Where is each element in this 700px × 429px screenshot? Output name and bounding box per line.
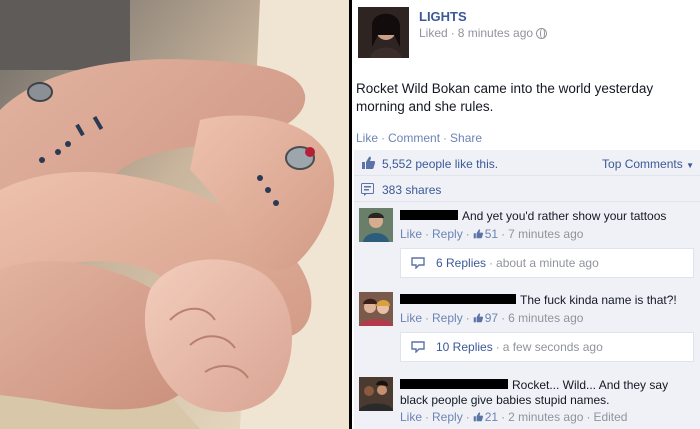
thumbs-up-icon xyxy=(362,156,375,169)
comment-reply-button[interactable]: Reply xyxy=(432,410,463,424)
replies-count[interactable]: 6 Replies xyxy=(436,256,486,270)
comment-meta: Like · Reply · 51 · 7 minutes ago xyxy=(400,227,584,241)
thumbs-up-icon xyxy=(473,313,483,323)
post-header: LIGHTS Liked · 8 minutes ago xyxy=(352,0,700,62)
post-text: Rocket Wild Bokan came into the world ye… xyxy=(356,81,654,114)
post-actions: Like · Comment · Share xyxy=(356,131,483,145)
comment-reply-button[interactable]: Reply xyxy=(432,311,463,325)
replies-time: a few seconds ago xyxy=(502,340,603,354)
avatar[interactable] xyxy=(359,377,393,411)
chevron-down-icon: ▼ xyxy=(686,161,694,170)
avatar[interactable] xyxy=(359,292,393,326)
feedback-section: 5,552 people like this. Top Comments ▼ 3… xyxy=(354,150,700,429)
replies-link[interactable]: 10 Replies · a few seconds ago xyxy=(400,332,694,362)
comment-time[interactable]: 2 minutes ago xyxy=(508,410,583,424)
comment-text: And yet you'd rather show your tattoos xyxy=(400,209,666,224)
comment-3: Rocket... Wild... And they say black peop… xyxy=(354,374,700,429)
replies-link[interactable]: 6 Replies · about a minute ago xyxy=(400,248,694,278)
thumbs-up-icon xyxy=(473,412,483,422)
post-time[interactable]: 8 minutes ago xyxy=(458,26,533,40)
facebook-post-panel: LIGHTS Liked · 8 minutes ago Rocket Wild B… xyxy=(352,0,700,429)
comment-like-count[interactable]: 51 xyxy=(485,227,498,241)
globe-icon xyxy=(536,28,548,39)
reply-icon xyxy=(411,257,425,269)
comment-like-count[interactable]: 21 xyxy=(485,410,498,424)
page-name[interactable]: LIGHTS xyxy=(419,9,467,24)
comment-meta: Like · Reply · 97 · 6 minutes ago xyxy=(400,311,584,325)
post-photo[interactable] xyxy=(0,0,349,429)
avatar[interactable] xyxy=(359,208,393,242)
comment-meta: Like · Reply · 21 · 2 minutes ago · Edited xyxy=(400,410,628,424)
share-button[interactable]: Share xyxy=(450,131,482,145)
likes-count[interactable]: 5,552 people like this. xyxy=(382,157,498,171)
comment-like-button[interactable]: Like xyxy=(400,311,422,325)
comment-text: The fuck kinda name is that?! xyxy=(400,293,677,308)
likes-row: 5,552 people like this. Top Comments ▼ xyxy=(354,150,700,176)
redacted-name xyxy=(400,379,508,389)
comment-like-button[interactable]: Like xyxy=(400,410,422,424)
comment-time[interactable]: 7 minutes ago xyxy=(508,227,583,241)
reply-icon xyxy=(411,341,425,353)
hands-photo-illustration xyxy=(0,0,349,429)
thumbs-up-icon xyxy=(473,229,483,239)
comment-text: Rocket... Wild... And they say black peop… xyxy=(400,378,669,407)
share-icon xyxy=(361,183,374,196)
post-meta: Liked · 8 minutes ago xyxy=(419,26,548,40)
liked-label[interactable]: Liked xyxy=(419,26,448,40)
like-button[interactable]: Like xyxy=(356,131,378,145)
top-comments-dropdown[interactable]: Top Comments ▼ xyxy=(602,157,694,171)
replies-count[interactable]: 10 Replies xyxy=(436,340,493,354)
redacted-name xyxy=(400,294,516,304)
edited-label[interactable]: Edited xyxy=(593,410,627,424)
comment-like-count[interactable]: 97 xyxy=(485,311,498,325)
comment-time[interactable]: 6 minutes ago xyxy=(508,311,583,325)
replies-time: about a minute ago xyxy=(496,256,599,270)
shares-count[interactable]: 383 shares xyxy=(382,183,441,197)
page-avatar[interactable] xyxy=(358,7,409,58)
redacted-name xyxy=(400,210,458,220)
shares-row: 383 shares xyxy=(354,177,700,202)
comment-reply-button[interactable]: Reply xyxy=(432,227,463,241)
comment-button[interactable]: Comment xyxy=(388,131,440,145)
comment-like-button[interactable]: Like xyxy=(400,227,422,241)
